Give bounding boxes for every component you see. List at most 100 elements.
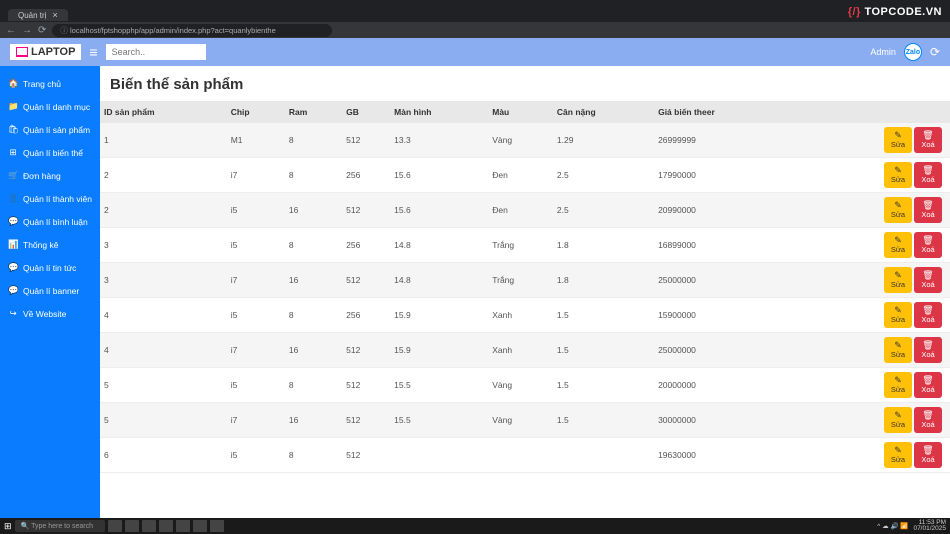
edit-button[interactable]: ✎Sửa: [884, 372, 912, 398]
delete-button[interactable]: 🗑Xoá: [914, 232, 942, 258]
task-app-icon[interactable]: [193, 520, 207, 532]
content-area: Biến thể sản phẩm ID sản phẩmChipRamGBMà…: [100, 66, 950, 518]
delete-button[interactable]: 🗑Xoá: [914, 127, 942, 153]
cell-color: Trắng: [488, 228, 553, 263]
sidebar-item-8[interactable]: 💬Quản lí tin tức: [0, 256, 100, 279]
cell-chip: i7: [227, 403, 285, 438]
edit-button[interactable]: ✎Sửa: [884, 267, 912, 293]
trash-icon: 🗑: [922, 411, 933, 420]
cell-ram: 8: [285, 438, 342, 473]
close-icon[interactable]: ×: [52, 10, 57, 20]
cell-id: 1: [100, 123, 227, 158]
cell-chip: i5: [227, 228, 285, 263]
edit-button[interactable]: ✎Sửa: [884, 197, 912, 223]
delete-button[interactable]: 🗑Xoá: [914, 372, 942, 398]
start-icon[interactable]: ⊞: [4, 521, 12, 532]
edit-icon: ✎: [894, 131, 902, 140]
trash-icon: 🗑: [922, 236, 933, 245]
browser-urlbar: ← → ⟳ ⓘ localhost/fptshopphp/app/admin/i…: [0, 22, 950, 38]
edit-button[interactable]: ✎Sửa: [884, 407, 912, 433]
edit-icon: ✎: [894, 376, 902, 385]
trash-icon: 🗑: [922, 341, 933, 350]
sidebar-item-5[interactable]: 👤Quản lí thành viên: [0, 187, 100, 210]
cell-price: 20990000: [654, 193, 794, 228]
cell-ram: 16: [285, 263, 342, 298]
task-app-icon[interactable]: [210, 520, 224, 532]
sidebar-item-6[interactable]: 💬Quản lí bình luận: [0, 210, 100, 233]
cell-id: 5: [100, 403, 227, 438]
cell-id: 6: [100, 438, 227, 473]
cell-ram: 8: [285, 228, 342, 263]
delete-button[interactable]: 🗑Xoá: [914, 442, 942, 468]
browser-tab-strip: Quản trị ×: [0, 8, 950, 22]
cell-actions: ✎Sửa🗑Xoá: [794, 263, 950, 298]
column-header: Cân nặng: [553, 101, 654, 123]
sidebar-item-9[interactable]: 💬 Quản lí banner: [0, 279, 100, 302]
task-app-icon[interactable]: [125, 520, 139, 532]
laptop-icon: [16, 47, 28, 57]
back-icon[interactable]: ←: [6, 25, 16, 36]
edit-icon: ✎: [894, 236, 902, 245]
edit-icon: ✎: [894, 306, 902, 315]
task-app-icon[interactable]: [159, 520, 173, 532]
sidebar-item-0[interactable]: 🏠Trang chủ: [0, 72, 100, 95]
delete-button[interactable]: 🗑Xoá: [914, 407, 942, 433]
cell-id: 3: [100, 263, 227, 298]
tray-icons[interactable]: ^ ☁ 🔊 📶: [877, 522, 908, 530]
reload-icon[interactable]: ⟳: [38, 25, 46, 36]
trash-icon: 🗑: [922, 446, 933, 455]
delete-button[interactable]: 🗑Xoá: [914, 302, 942, 328]
cell-id: 2: [100, 158, 227, 193]
edit-button[interactable]: ✎Sửa: [884, 162, 912, 188]
cell-screen: 14.8: [390, 263, 488, 298]
sidebar-icon: 💬: [8, 216, 18, 227]
sidebar-item-4[interactable]: 🛒Đơn hàng: [0, 164, 100, 187]
edit-button[interactable]: ✎Sửa: [884, 232, 912, 258]
trash-icon: 🗑: [922, 271, 933, 280]
cell-ram: 8: [285, 298, 342, 333]
cell-ram: 8: [285, 123, 342, 158]
task-app-icon[interactable]: [176, 520, 190, 532]
sidebar-item-1[interactable]: 📁Quản lí danh mục: [0, 95, 100, 118]
sidebar-item-10[interactable]: ↪Về Website: [0, 302, 100, 325]
sidebar-icon: 💬: [8, 285, 18, 296]
refresh-icon[interactable]: ⟳: [930, 45, 940, 59]
admin-label[interactable]: Admin: [870, 47, 896, 57]
delete-button[interactable]: 🗑Xoá: [914, 197, 942, 223]
sidebar-item-7[interactable]: 📊Thống kê: [0, 233, 100, 256]
logo[interactable]: LAPTOP: [10, 44, 81, 60]
cell-gb: 512: [342, 333, 390, 368]
edit-button[interactable]: ✎Sửa: [884, 442, 912, 468]
cell-price: 25000000: [654, 333, 794, 368]
sidebar-item-2[interactable]: 🛍Quản lí sản phẩm: [0, 118, 100, 141]
edit-button[interactable]: ✎Sửa: [884, 337, 912, 363]
zalo-icon[interactable]: Zalo: [904, 43, 922, 61]
hamburger-icon[interactable]: ≡: [89, 44, 97, 60]
sidebar-item-label: Quản lí banner: [23, 286, 79, 296]
task-app-icon[interactable]: [142, 520, 156, 532]
task-app-icon[interactable]: [108, 520, 122, 532]
cell-gb: 512: [342, 368, 390, 403]
delete-button[interactable]: 🗑Xoá: [914, 337, 942, 363]
cell-screen: 15.9: [390, 333, 488, 368]
sidebar-item-label: Quản lí sản phẩm: [23, 125, 90, 135]
taskbar-search[interactable]: 🔍 Type here to search: [15, 520, 105, 532]
search-input[interactable]: [106, 44, 206, 60]
browser-tab[interactable]: Quản trị ×: [8, 9, 68, 21]
cell-chip: i7: [227, 263, 285, 298]
cell-chip: i5: [227, 438, 285, 473]
cell-color: Xanh: [488, 333, 553, 368]
delete-button[interactable]: 🗑Xoá: [914, 162, 942, 188]
cell-screen: 15.5: [390, 403, 488, 438]
system-tray[interactable]: ^ ☁ 🔊 📶 11:53 PM 07/01/2025: [877, 520, 946, 533]
delete-button[interactable]: 🗑Xoá: [914, 267, 942, 293]
edit-button[interactable]: ✎Sửa: [884, 302, 912, 328]
url-input[interactable]: ⓘ localhost/fptshopphp/app/admin/index.p…: [52, 24, 332, 37]
windows-taskbar: ⊞ 🔍 Type here to search ^ ☁ 🔊 📶 11:53 PM…: [0, 518, 950, 534]
table-row: 4i71651215.9Xanh1.525000000✎Sửa🗑Xoá: [100, 333, 950, 368]
edit-button[interactable]: ✎Sửa: [884, 127, 912, 153]
forward-icon[interactable]: →: [22, 25, 32, 36]
trash-icon: 🗑: [922, 201, 933, 210]
sidebar-item-3[interactable]: ⊞Quản lí biến thể: [0, 141, 100, 164]
sidebar-item-label: Quản lí tin tức: [23, 263, 76, 273]
